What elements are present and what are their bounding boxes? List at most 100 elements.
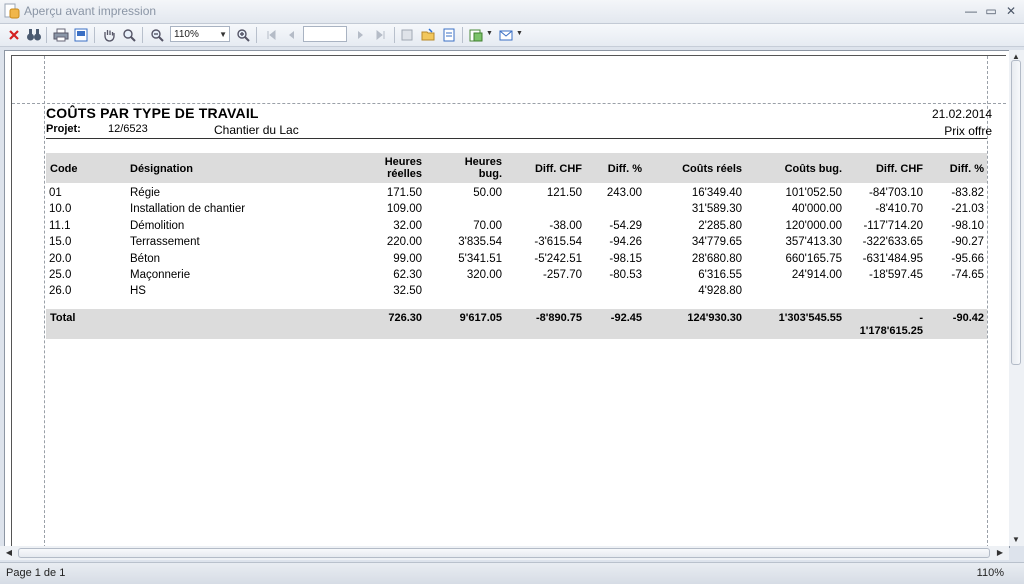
zoom-select[interactable]: 110% ▼ xyxy=(170,26,230,42)
header-heures-reelles-line1: Heures xyxy=(384,156,422,168)
cell-diff-pct: 243.00 xyxy=(606,187,642,199)
cell-code: 10.0 xyxy=(49,203,72,216)
first-page-icon xyxy=(267,29,276,41)
scroll-down-icon[interactable]: ▼ xyxy=(1009,535,1023,544)
total-couts-reels: 124'930.30 xyxy=(687,312,742,324)
total-label: Total xyxy=(50,312,76,324)
header-diff-chf-2: Diff. CHF xyxy=(875,163,923,175)
minimize-button[interactable]: — xyxy=(962,2,980,20)
cell-designation: Maçonnerie xyxy=(130,268,191,281)
cell-couts-bug: 357'413.30 xyxy=(785,236,842,249)
header-couts-reels: Coûts réels xyxy=(682,163,742,175)
page-setup-icon xyxy=(74,28,88,42)
save-button[interactable] xyxy=(440,26,458,44)
cell-diff-pct: -80.53 xyxy=(609,268,642,281)
cell-diff-chf: -257.70 xyxy=(542,268,582,281)
export-dropdown-icon[interactable]: ▼ xyxy=(486,30,493,37)
status-bar: Page 1 de 1 110% xyxy=(0,562,1024,584)
next-page-icon xyxy=(358,31,363,39)
cell-diff-pct-2: -95.66 xyxy=(951,252,984,265)
status-zoom: 110% xyxy=(976,567,1004,579)
cell-couts-reels: 4'928.80 xyxy=(698,285,742,298)
cell-diff-chf-2: -322'633.65 xyxy=(862,236,923,249)
page-indicator: Page 1 de 1 xyxy=(6,567,66,579)
total-diff-chf-2-line1: - xyxy=(919,312,923,324)
page-number-input[interactable] xyxy=(303,26,347,42)
first-page-button[interactable] xyxy=(262,26,280,44)
cell-diff-pct-2: -21.03 xyxy=(951,203,984,216)
cell-heures-bug: 5'341.51 xyxy=(458,252,502,265)
header-diff-chf: Diff. CHF xyxy=(534,163,582,175)
page-setup-button[interactable] xyxy=(72,26,90,44)
cell-designation: Terrassement xyxy=(130,236,200,249)
preview-area[interactable]: COÛTS PAR TYPE DE TRAVAIL 21.02.2014 Pro… xyxy=(4,50,1010,548)
cell-couts-bug: 101'052.50 xyxy=(785,187,842,199)
cell-couts-bug: 40'000.00 xyxy=(791,203,842,216)
header-divider xyxy=(46,138,987,139)
cell-designation: HS xyxy=(130,285,146,298)
total-row: Total 726.30 9'617.05 -8'890.75 -92.45 1… xyxy=(46,309,987,339)
report-date: 21.02.2014 xyxy=(931,107,992,121)
cell-code: 25.0 xyxy=(49,268,72,281)
project-label: Projet: xyxy=(46,123,81,135)
cell-diff-pct-2: -83.82 xyxy=(951,187,984,199)
previous-page-icon xyxy=(289,31,294,39)
find-button[interactable] xyxy=(25,26,43,44)
last-page-icon xyxy=(376,29,385,41)
zoom-out-button[interactable] xyxy=(148,26,166,44)
table-row: 20.0 Béton 99.00 5'341.51 -5'242.51 -98.… xyxy=(46,253,987,269)
header-code: Code xyxy=(50,163,78,175)
cell-code: 01 xyxy=(49,187,62,199)
email-button[interactable] xyxy=(497,26,515,44)
close-preview-button[interactable] xyxy=(5,26,23,44)
open-button[interactable] xyxy=(419,26,437,44)
cell-designation: Régie xyxy=(130,187,161,199)
magnifier-button[interactable] xyxy=(120,26,138,44)
next-page-button[interactable] xyxy=(352,26,370,44)
toolbar: 110% ▼ ▼ ▼ xyxy=(0,24,1024,47)
close-window-button[interactable]: ✕ xyxy=(1002,2,1020,20)
cell-diff-chf-2: -8'410.70 xyxy=(875,203,923,216)
scroll-right-icon[interactable]: ▶ xyxy=(993,548,1007,557)
table-row: 11.1 Démolition 32.00 70.00 -38.00 -54.2… xyxy=(46,220,987,236)
horizontal-scroll-thumb[interactable] xyxy=(18,548,990,558)
table-row: 10.0 Installation de chantier 109.00 31'… xyxy=(46,203,987,219)
cell-diff-chf: -5'242.51 xyxy=(534,252,582,265)
zoom-in-button[interactable] xyxy=(234,26,252,44)
margin-guide-left xyxy=(44,56,45,547)
last-page-button[interactable] xyxy=(372,26,390,44)
previous-page-button[interactable] xyxy=(282,26,300,44)
export-icon xyxy=(469,29,483,42)
table-row: 01 Régie 171.50 50.00 121.50 243.00 16'3… xyxy=(46,187,987,203)
title-bar: Aperçu avant impression — ▭ ✕ xyxy=(0,0,1024,24)
offer-label: Prix offre xyxy=(944,124,992,138)
email-dropdown-icon[interactable]: ▼ xyxy=(516,30,523,37)
scroll-left-icon[interactable]: ◀ xyxy=(2,548,16,557)
report-page: COÛTS PAR TYPE DE TRAVAIL 21.02.2014 Pro… xyxy=(11,55,1006,547)
export-button[interactable] xyxy=(467,26,485,44)
vertical-scroll-thumb[interactable] xyxy=(1011,60,1021,365)
cell-designation: Démolition xyxy=(130,219,185,232)
cell-couts-bug: 120'000.00 xyxy=(785,219,842,232)
cell-heures-bug: 70.00 xyxy=(473,219,502,232)
table-body: 01 Régie 171.50 50.00 121.50 243.00 16'3… xyxy=(46,187,987,302)
cell-heures-reelles: 220.00 xyxy=(386,236,422,249)
window-title: Aperçu avant impression xyxy=(24,4,157,18)
header-heures-bug-line1: Heures xyxy=(464,156,502,168)
bookmark-button[interactable] xyxy=(398,26,416,44)
hand-tool-button[interactable] xyxy=(100,26,118,44)
total-diff-pct-2: -90.42 xyxy=(952,312,984,324)
table-header: Code Désignation Heures réelles Heures bug… xyxy=(46,153,987,183)
total-diff-chf: -8'890.75 xyxy=(535,312,582,324)
cell-designation: Installation de chantier xyxy=(130,203,246,216)
cell-diff-pct: -98.15 xyxy=(609,252,642,265)
scroll-up-icon[interactable]: ▲ xyxy=(1009,52,1023,61)
maximize-button[interactable]: ▭ xyxy=(982,2,1000,20)
cell-diff-chf-2: -117'714.20 xyxy=(863,219,923,232)
project-number: 12/6523 xyxy=(108,123,148,135)
print-button[interactable] xyxy=(52,26,70,44)
cell-diff-pct-2: -74.65 xyxy=(951,268,984,281)
cell-heures-bug: 3'835.54 xyxy=(458,236,502,249)
zoom-select-value: 110% xyxy=(174,29,199,40)
cell-couts-reels: 31'589.30 xyxy=(691,203,742,216)
